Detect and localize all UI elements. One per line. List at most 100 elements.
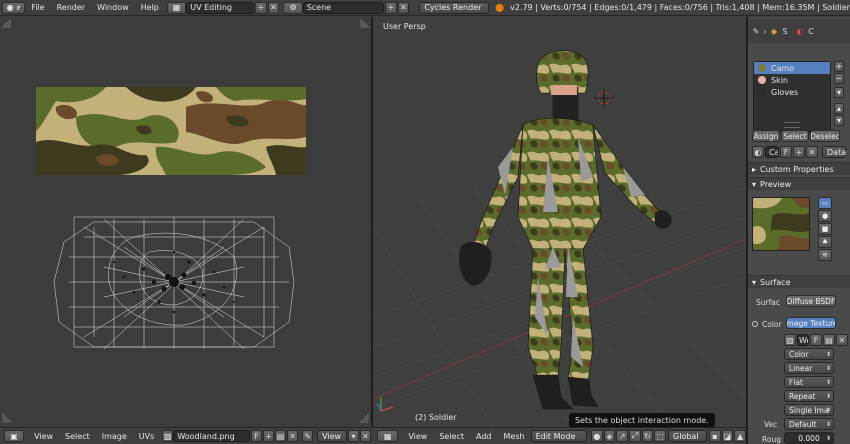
3d-viewport[interactable]: User Persp (2) Soldier Sets the object i… [373, 17, 746, 427]
menu-render[interactable]: Render [51, 3, 91, 12]
menu-view[interactable]: View [402, 432, 433, 441]
open-image-button[interactable]: ▤ [275, 430, 287, 442]
menu-window[interactable]: Window [91, 3, 135, 12]
edge-select-icon[interactable]: ◪ [721, 430, 734, 442]
scale-icon[interactable]: ⬚ [654, 430, 667, 442]
assign-button[interactable]: Assign [752, 130, 780, 142]
material-slot-list[interactable]: Camo Skin Gloves [753, 61, 831, 133]
menu-help[interactable]: Help [135, 3, 165, 12]
material-browse-icon[interactable]: ◐ [752, 146, 764, 158]
projection-dropdown[interactable]: Flat [784, 376, 834, 388]
scene-icon[interactable]: ⚙ [283, 1, 303, 14]
menu-uvs[interactable]: UVs [133, 432, 161, 441]
manipulator-icon[interactable]: ↗ [616, 430, 628, 442]
menu-mesh[interactable]: Mesh [498, 432, 531, 441]
menu-image[interactable]: Image [96, 432, 133, 441]
pin-icon[interactable]: ✎ [302, 430, 314, 442]
viewport-scene[interactable] [373, 17, 746, 427]
menu-file[interactable]: File [25, 3, 50, 12]
vector-input-dropdown[interactable]: Default [784, 418, 834, 430]
material-slot-item[interactable]: Skin [754, 74, 830, 86]
material-slot-item[interactable]: Gloves [754, 86, 830, 98]
face-select-icon[interactable]: ▲ [734, 430, 747, 442]
material-name-field[interactable]: Ca [765, 146, 779, 158]
pin-icon[interactable]: ✎ [750, 25, 762, 37]
editor-type-button[interactable]: ▣ [4, 430, 25, 442]
texture-image-name[interactable]: Wo [797, 334, 809, 346]
image-browse-icon[interactable]: ▧ [784, 334, 796, 346]
area-split-corner-icon[interactable] [2, 19, 12, 29]
color-input-node-button[interactable]: Image Texture [786, 317, 836, 329]
area-split-corner-icon[interactable] [2, 413, 12, 423]
area-split-corner-icon[interactable] [359, 19, 369, 29]
view-mode-dropdown[interactable]: View [317, 430, 347, 442]
add-slot-button[interactable]: + [834, 61, 844, 72]
remove-scene-button[interactable]: ✕ [397, 1, 410, 14]
new-material-button[interactable]: + [793, 146, 805, 158]
roughness-field[interactable]: 0.000 [784, 432, 834, 444]
open-image-button[interactable]: ▤ [823, 334, 835, 346]
image-name-field[interactable]: Woodland.png [173, 430, 250, 442]
translate-icon[interactable]: ⤢ [629, 430, 641, 442]
extension-dropdown[interactable]: Repeat [784, 390, 834, 402]
list-resize-handle[interactable] [784, 122, 800, 128]
fake-user-toggle[interactable]: F [250, 430, 262, 442]
vertex-select-icon[interactable]: ▪ [709, 430, 721, 442]
preview-monkey-button[interactable]: ♠ [818, 236, 832, 248]
material-slot-item[interactable]: Camo [754, 62, 830, 74]
select-button[interactable]: Select [781, 130, 809, 142]
editor-type-button[interactable]: ▦ [377, 430, 399, 442]
unlink-image-button[interactable]: ✕ [836, 334, 848, 346]
move-slot-down-button[interactable]: ▾ [834, 115, 844, 126]
rotate-icon[interactable]: ↻ [641, 430, 654, 442]
viewport-shading-icon[interactable]: ● [590, 430, 603, 442]
add-layout-button[interactable]: + [255, 1, 267, 14]
remove-slot-button[interactable]: − [834, 73, 844, 84]
image-source-dropdown[interactable]: Single Ima [784, 404, 834, 416]
screen-layout-icon[interactable]: ▦ [166, 1, 187, 14]
scene-field[interactable]: Scene [302, 1, 385, 14]
unlink-material-button[interactable]: ✕ [806, 146, 818, 158]
fake-user-toggle[interactable]: F [780, 146, 792, 158]
surface-shader-button[interactable]: Diffuse BSDF [786, 295, 836, 307]
custom-properties-panel-header[interactable]: ▸ Custom Properties [748, 162, 850, 175]
surface-panel-header[interactable]: ▾ Surface [748, 275, 850, 288]
editor-type-button[interactable] [2, 1, 26, 14]
remove-layout-button[interactable]: ✕ [267, 1, 280, 14]
fake-user-toggle[interactable]: F [810, 334, 822, 346]
menu-view[interactable]: View [28, 432, 59, 441]
menu-add[interactable]: Add [470, 432, 498, 441]
screen-layout-field[interactable]: UV Editing [186, 1, 255, 14]
interpolation-dropdown[interactable]: Linear [784, 362, 834, 374]
interaction-mode-dropdown[interactable]: Edit Mode [530, 430, 587, 442]
pivot-point-icon[interactable]: ◈ [603, 430, 616, 442]
uv-wireframe-mesh[interactable] [44, 207, 304, 357]
preview-flat-button[interactable]: ▭ [818, 197, 832, 209]
color-space-dropdown[interactable]: Color [784, 348, 834, 360]
preview-hair-button[interactable]: ≋ [818, 249, 832, 261]
properties-editor[interactable]: ✎ › ◆ S ◐ C Camo Skin Gloves + − ▾ ▴ ▾ A… [748, 17, 850, 444]
deselect-button[interactable]: Deselec [810, 130, 840, 142]
update-auto-button[interactable]: ✕ [359, 430, 372, 442]
slot-specials-button[interactable]: ▾ [834, 87, 844, 98]
link-data-dropdown[interactable]: Data [822, 146, 846, 158]
render-engine-dropdown[interactable]: Cycles Render [419, 1, 490, 14]
preview-cube-button[interactable]: ■ [818, 223, 832, 235]
image-browse-icon[interactable]: ▧ [162, 430, 174, 442]
area-split-corner-icon[interactable] [359, 413, 369, 423]
object-data-icon[interactable]: ◆ [768, 25, 780, 37]
tab-label-c[interactable]: C [806, 25, 816, 37]
menu-select[interactable]: Select [59, 432, 96, 441]
new-image-button[interactable]: + [262, 430, 274, 442]
soldier-mesh[interactable] [459, 50, 672, 410]
preview-sphere-button[interactable]: ● [818, 210, 832, 222]
material-icon[interactable]: ◐ [794, 25, 806, 37]
tab-label-s[interactable]: S [780, 25, 790, 37]
move-slot-up-button[interactable]: ▴ [834, 103, 844, 114]
uv-image-editor[interactable] [0, 17, 371, 427]
preview-panel-header[interactable]: ▾ Preview [748, 177, 850, 190]
add-scene-button[interactable]: + [385, 1, 397, 14]
draw-channels-button[interactable]: ▾ [347, 430, 359, 442]
menu-select[interactable]: Select [433, 432, 470, 441]
transform-orientation-dropdown[interactable]: Global [668, 430, 708, 442]
